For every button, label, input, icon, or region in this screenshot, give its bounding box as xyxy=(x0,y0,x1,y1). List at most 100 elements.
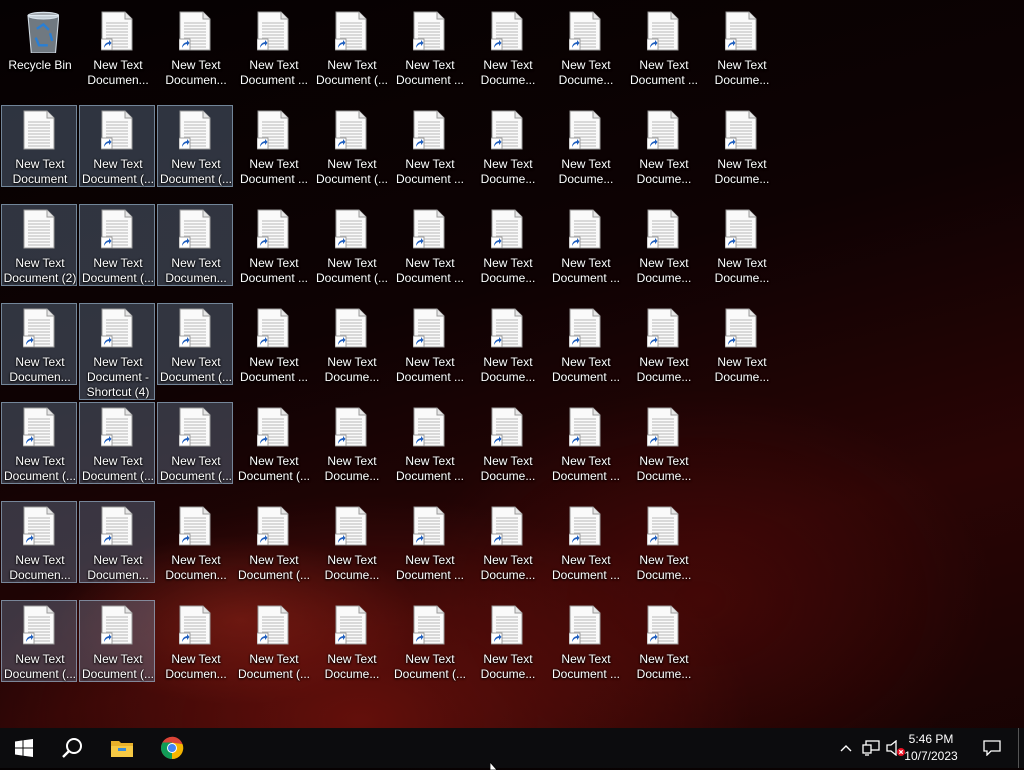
show-hidden-icons-button[interactable] xyxy=(836,728,856,768)
desktop-file-icon[interactable]: New Text Document (... xyxy=(235,600,311,682)
desktop-file-icon[interactable]: New Text Docume... xyxy=(469,402,545,484)
desktop-file-icon[interactable]: New Text Docume... xyxy=(547,6,623,88)
desktop-file-icon[interactable]: New Text Document (... xyxy=(79,105,155,187)
desktop-file-icon[interactable]: New Text Docume... xyxy=(313,402,389,484)
desktop-file-label: New Text Docume... xyxy=(626,157,702,187)
desktop-file-label: New Text Docume... xyxy=(314,652,390,682)
desktop-file-icon[interactable]: New Text Docume... xyxy=(313,303,389,385)
desktop-file-icon[interactable]: New Text Document ... xyxy=(235,105,311,187)
desktop-file-icon[interactable]: New Text Docume... xyxy=(469,600,545,682)
desktop-file-icon[interactable]: New Text Document ... xyxy=(235,6,311,88)
desktop-file-label-line: New Text xyxy=(483,58,533,72)
desktop-file-icon[interactable]: New Text Document - Shortcut (4) xyxy=(79,303,155,400)
desktop-file-icon[interactable]: New Text Document ... xyxy=(391,501,467,583)
desktop-file-icon[interactable]: New Text Document (... xyxy=(1,402,77,484)
desktop-file-icon[interactable]: New Text Documen... xyxy=(79,6,155,88)
file-explorer-button[interactable] xyxy=(98,728,146,768)
desktop-file-label-line: New Text xyxy=(405,58,455,72)
desktop-file-icon[interactable]: New Text Docume... xyxy=(625,303,701,385)
desktop-file-icon[interactable]: New Text Docume... xyxy=(469,501,545,583)
start-button[interactable] xyxy=(0,728,48,768)
desktop-file-label-line: Document (... xyxy=(315,271,389,285)
desktop-file-icon[interactable]: New Text Document ... xyxy=(235,204,311,286)
desktop-file-icon[interactable]: New Text Document ... xyxy=(625,6,701,88)
desktop-file-icon[interactable]: New Text Docume... xyxy=(469,6,545,88)
desktop-file-label: New Text Docume... xyxy=(548,157,624,187)
chrome-button[interactable] xyxy=(148,728,196,768)
desktop-file-icon[interactable]: New Text Document (... xyxy=(79,204,155,286)
desktop-file-icon[interactable]: New Text Document ... xyxy=(391,6,467,88)
desktop-file-label: New Text Docume... xyxy=(626,652,702,682)
desktop-file-icon[interactable]: New Text Document ... xyxy=(547,402,623,484)
desktop-file-icon[interactable]: New Text Documen... xyxy=(157,600,233,682)
desktop-file-icon[interactable]: New Text Docume... xyxy=(625,204,701,286)
desktop-file-icon[interactable]: New Text Docume... xyxy=(703,303,779,385)
desktop-file-label-line: Document ... xyxy=(239,271,309,285)
desktop-file-label-line: Document (... xyxy=(315,172,389,186)
text-document-shortcut-icon xyxy=(179,407,211,447)
desktop-file-icon[interactable]: New Text Document ... xyxy=(391,402,467,484)
desktop-file-icon[interactable]: New Text Docume... xyxy=(469,204,545,286)
desktop-file-label-line: Documen... xyxy=(87,73,149,87)
desktop-file-icon[interactable]: New Text Document (... xyxy=(313,204,389,286)
desktop-file-icon[interactable]: New Text Docume... xyxy=(625,501,701,583)
desktop-file-label-line: New Text xyxy=(171,256,221,270)
action-center-button[interactable] xyxy=(978,728,1006,768)
desktop-file-icon[interactable]: New Text Document ... xyxy=(547,303,623,385)
desktop[interactable]: Recycle Bin New Text Documen... New Text Do… xyxy=(0,0,1024,728)
desktop-file-icon[interactable]: New Text Document (... xyxy=(1,600,77,682)
desktop-file-label-line: Documen... xyxy=(165,667,227,681)
desktop-file-icon[interactable]: New Text Document (... xyxy=(313,6,389,88)
desktop-file-icon[interactable]: New Text Docume... xyxy=(469,303,545,385)
desktop-file-label-line: New Text xyxy=(249,157,299,171)
desktop-file-icon[interactable]: New Text Docume... xyxy=(703,204,779,286)
search-button[interactable] xyxy=(48,728,96,768)
desktop-file-icon[interactable]: New Text Docume... xyxy=(469,105,545,187)
desktop-file-icon[interactable]: New Text Document (... xyxy=(157,105,233,187)
recycle-bin[interactable]: Recycle Bin xyxy=(1,6,77,88)
desktop-file-icon[interactable]: New Text Document (... xyxy=(79,600,155,682)
desktop-file-icon[interactable]: New Text Documen... xyxy=(1,501,77,583)
desktop-file-icon[interactable]: New Text Docume... xyxy=(703,6,779,88)
desktop-file-icon[interactable]: New Text Document ... xyxy=(547,600,623,682)
desktop-file-icon[interactable]: New Text Docume... xyxy=(625,600,701,682)
desktop-file-label-line: Document ... xyxy=(551,667,621,681)
desktop-file-icon[interactable]: New Text Document (... xyxy=(313,105,389,187)
desktop-file-icon[interactable]: New Text Documen... xyxy=(157,204,233,286)
desktop-file-icon[interactable]: New Text Documen... xyxy=(1,303,77,385)
network-button[interactable] xyxy=(860,728,882,768)
desktop-file-icon[interactable]: New Text Document ... xyxy=(391,105,467,187)
desktop-file-icon[interactable]: New Text Docume... xyxy=(313,600,389,682)
text-document-shortcut-icon xyxy=(569,11,601,51)
desktop-file-icon[interactable]: New Text Document xyxy=(1,105,77,187)
desktop-file-icon[interactable]: New Text Docume... xyxy=(703,105,779,187)
clock[interactable]: 5:46 PM 10/7/2023 xyxy=(896,731,966,765)
desktop-file-icon[interactable]: New Text Document ... xyxy=(391,204,467,286)
desktop-file-icon[interactable]: New Text Document ... xyxy=(235,303,311,385)
desktop-file-icon[interactable]: New Text Document (... xyxy=(157,402,233,484)
desktop-file-icon[interactable]: New Text Document ... xyxy=(547,204,623,286)
desktop-file-label-line: Document (... xyxy=(81,172,155,186)
desktop-file-icon[interactable]: New Text Document (... xyxy=(79,402,155,484)
desktop-file-icon[interactable]: New Text Documen... xyxy=(79,501,155,583)
desktop-file-icon[interactable]: New Text Document (... xyxy=(235,402,311,484)
desktop-file-icon[interactable]: New Text Docume... xyxy=(547,105,623,187)
desktop-file-icon[interactable]: New Text Docume... xyxy=(313,501,389,583)
desktop-file-label-line: Docume... xyxy=(636,667,692,681)
desktop-file-label-line: New Text xyxy=(405,256,455,270)
desktop-file-icon[interactable]: New Text Docume... xyxy=(625,105,701,187)
desktop-file-icon[interactable]: New Text Documen... xyxy=(157,6,233,88)
desktop-file-icon[interactable]: New Text Document (... xyxy=(235,501,311,583)
desktop-file-label-line: Document - xyxy=(86,370,150,384)
desktop-file-icon[interactable]: New Text Docume... xyxy=(625,402,701,484)
desktop-file-icon[interactable]: New Text Documen... xyxy=(157,501,233,583)
text-document-shortcut-icon xyxy=(23,605,55,645)
desktop-file-icon[interactable]: New Text Document (... xyxy=(157,303,233,385)
text-document-shortcut-icon xyxy=(413,110,445,150)
desktop-file-icon[interactable]: New Text Document (... xyxy=(391,600,467,682)
text-document-shortcut-icon xyxy=(647,209,679,249)
desktop-file-icon[interactable]: New Text Document ... xyxy=(547,501,623,583)
show-desktop-divider[interactable] xyxy=(1018,728,1019,768)
desktop-file-icon[interactable]: New Text Document ... xyxy=(391,303,467,385)
desktop-file-icon[interactable]: New Text Document (2) xyxy=(1,204,77,286)
